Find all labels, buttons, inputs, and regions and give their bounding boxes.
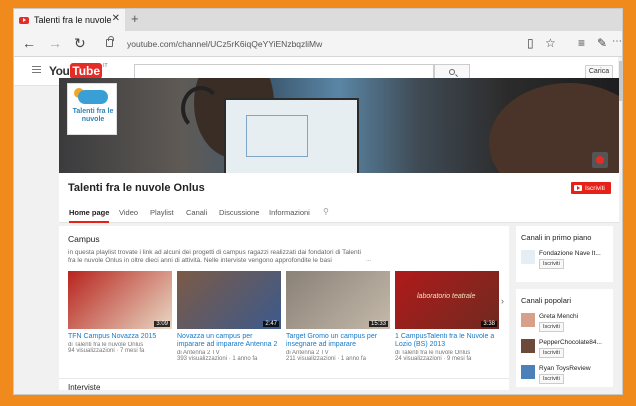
video-meta: 211 visualizzazioni · 1 anno fa <box>286 356 366 362</box>
channel-avatar[interactable] <box>521 339 535 353</box>
main-content: Campus in questa playlist trovate i link… <box>59 226 509 387</box>
tab-playlist[interactable]: Playlist <box>150 208 174 217</box>
close-tab-icon[interactable]: ✕ <box>112 13 120 24</box>
thumbnail-overlay-text: laboratorio teatrale <box>417 293 476 300</box>
channel-avatar[interactable] <box>521 313 535 327</box>
search-icon <box>449 69 455 75</box>
video-thumbnail[interactable]: 3:09 <box>68 271 172 329</box>
video-card[interactable]: 15:33 Target Gromo un campus per insegna… <box>286 271 390 362</box>
more-icon[interactable]: ⋯ <box>612 36 622 47</box>
video-card[interactable]: laboratorio teatrale 3:38 1 CampusTalent… <box>395 271 499 362</box>
google-plus-icon[interactable] <box>592 152 608 168</box>
url-field[interactable]: youtube.com/channel/UCz5rK6iqQeYYiENzbqz… <box>127 39 322 49</box>
video-title[interactable]: Target Gromo un campus per insegnare ad … <box>286 333 390 349</box>
popular-channel-item[interactable]: Ryan ToysReview Iscriviti <box>521 365 611 384</box>
subscribe-label: Iscriviti <box>585 184 605 192</box>
section-title[interactable]: Campus <box>68 234 100 244</box>
lock-icon <box>106 36 114 47</box>
note-icon[interactable]: ✎ <box>597 36 607 50</box>
channel-name[interactable]: Talenti fra le nuvole Onlus <box>68 182 205 194</box>
reading-view-icon[interactable]: ▯ <box>527 36 534 50</box>
video-title[interactable]: 1 CampusTalenti fra le Nuvole a Lozio (B… <box>395 333 499 349</box>
description-more[interactable]: ... <box>366 257 371 263</box>
video-thumbnail[interactable]: 2:47 <box>177 271 281 329</box>
popular-channels-title: Canali popolari <box>521 296 572 305</box>
video-meta: 24 visualizzazioni · 9 mesi fa <box>395 356 472 362</box>
channel-item-name[interactable]: PepperChocolate84... <box>539 339 611 346</box>
subscribe-button[interactable]: Iscriviti <box>571 182 611 194</box>
channel-item-name[interactable]: Fondazione Nave It... <box>539 250 611 257</box>
browser-tab[interactable]: Talenti fra le nuvole Onl ✕ <box>14 9 125 31</box>
video-title[interactable]: TFN Campus Novazza 2015 <box>68 333 172 341</box>
address-bar: ← → ↻ youtube.com/channel/UCz5rK6iqQeYYi… <box>14 31 622 57</box>
reload-icon[interactable]: ↻ <box>74 35 86 52</box>
subscribe-button[interactable]: Iscriviti <box>539 322 564 332</box>
popular-channel-item[interactable]: PepperChocolate84... Iscriviti <box>521 339 611 358</box>
featured-channels-panel: Canali in primo piano Fondazione Nave It… <box>516 226 613 282</box>
popular-channel-item[interactable]: Greta Menchi Iscriviti <box>521 313 611 332</box>
channel-item-name[interactable]: Ryan ToysReview <box>539 365 611 372</box>
video-duration: 2:47 <box>263 321 279 327</box>
tab-title: Talenti fra le nuvole Onl <box>34 15 114 25</box>
logo-you: You <box>49 64 70 78</box>
tab-bar: Talenti fra le nuvole Onl ✕ + <box>14 9 622 31</box>
youtube-favicon-icon <box>19 16 29 24</box>
video-meta: 393 visualizzazioni · 1 anno fa <box>177 356 258 362</box>
video-duration: 15:33 <box>368 321 388 327</box>
banner-monitor <box>224 98 359 180</box>
section-interviste: Interviste <box>59 378 509 392</box>
tab-canali[interactable]: Canali <box>186 208 207 217</box>
subscribe-button[interactable]: Iscriviti <box>539 348 564 358</box>
banner-headphones <box>181 86 221 131</box>
video-thumbnail[interactable]: 15:33 <box>286 271 390 329</box>
favorite-star-icon[interactable]: ☆ <box>545 36 556 50</box>
upload-button[interactable]: Carica <box>585 65 613 79</box>
video-duration: 3:38 <box>481 321 497 327</box>
channel-logo-text: Talenti fra le nuvole <box>72 108 114 123</box>
logo-tube: Tube <box>70 63 103 79</box>
tab-informazioni[interactable]: Informazioni <box>269 208 310 217</box>
subscribe-button[interactable]: Iscriviti <box>539 374 564 384</box>
tab-video[interactable]: Video <box>119 208 138 217</box>
channel-header: Talenti fra le nuvole Onlus Iscriviti Ho… <box>59 173 619 223</box>
section-description: in questa playlist trovate i link ad alc… <box>68 249 361 264</box>
new-tab-button[interactable]: + <box>131 11 139 26</box>
section-2-title[interactable]: Interviste <box>68 383 100 392</box>
tab-home[interactable]: Home page <box>69 208 110 223</box>
guide-menu-icon[interactable] <box>32 66 41 73</box>
popular-channels-panel: Canali popolari Greta Menchi Iscriviti P… <box>516 289 613 387</box>
hub-icon[interactable]: ≡ <box>578 36 585 50</box>
video-meta: 94 visualizzazioni · 7 mesi fa <box>68 348 145 354</box>
google-plus-dot <box>596 156 604 164</box>
channel-logo[interactable]: Talenti fra le nuvole <box>67 83 117 135</box>
forward-icon[interactable]: → <box>48 35 62 51</box>
subscribe-button[interactable]: Iscriviti <box>539 259 564 269</box>
channel-search-icon[interactable]: ⚲ <box>323 207 329 216</box>
tab-discussione[interactable]: Discussione <box>219 208 259 217</box>
video-thumbnail[interactable]: laboratorio teatrale 3:38 <box>395 271 499 329</box>
logo-country: IT <box>103 63 108 69</box>
channel-item-name[interactable]: Greta Menchi <box>539 313 611 320</box>
scrollbar-thumb[interactable] <box>619 61 622 101</box>
video-title[interactable]: Novazza un campus per imparare ad impara… <box>177 333 281 349</box>
back-icon[interactable]: ← <box>22 35 36 51</box>
video-card[interactable]: 3:09 TFN Campus Novazza 2015 di Talenti … <box>68 271 172 354</box>
shelf-next-icon[interactable]: › <box>501 296 504 306</box>
channel-banner <box>59 78 619 181</box>
logo-cloud-icon <box>78 90 108 104</box>
channel-avatar[interactable] <box>521 365 535 379</box>
youtube-logo[interactable]: You Tube IT <box>49 63 108 79</box>
video-duration: 3:09 <box>154 321 170 327</box>
channel-tabs: Home page Video Playlist Canali Discussi… <box>59 206 619 223</box>
featured-channel-item[interactable]: Fondazione Nave It... Iscriviti <box>521 250 611 269</box>
featured-channels-title: Canali in primo piano <box>521 233 592 242</box>
channel-avatar[interactable] <box>521 250 535 264</box>
video-card[interactable]: 2:47 Novazza un campus per imparare ad i… <box>177 271 281 362</box>
youtube-icon <box>574 185 582 191</box>
